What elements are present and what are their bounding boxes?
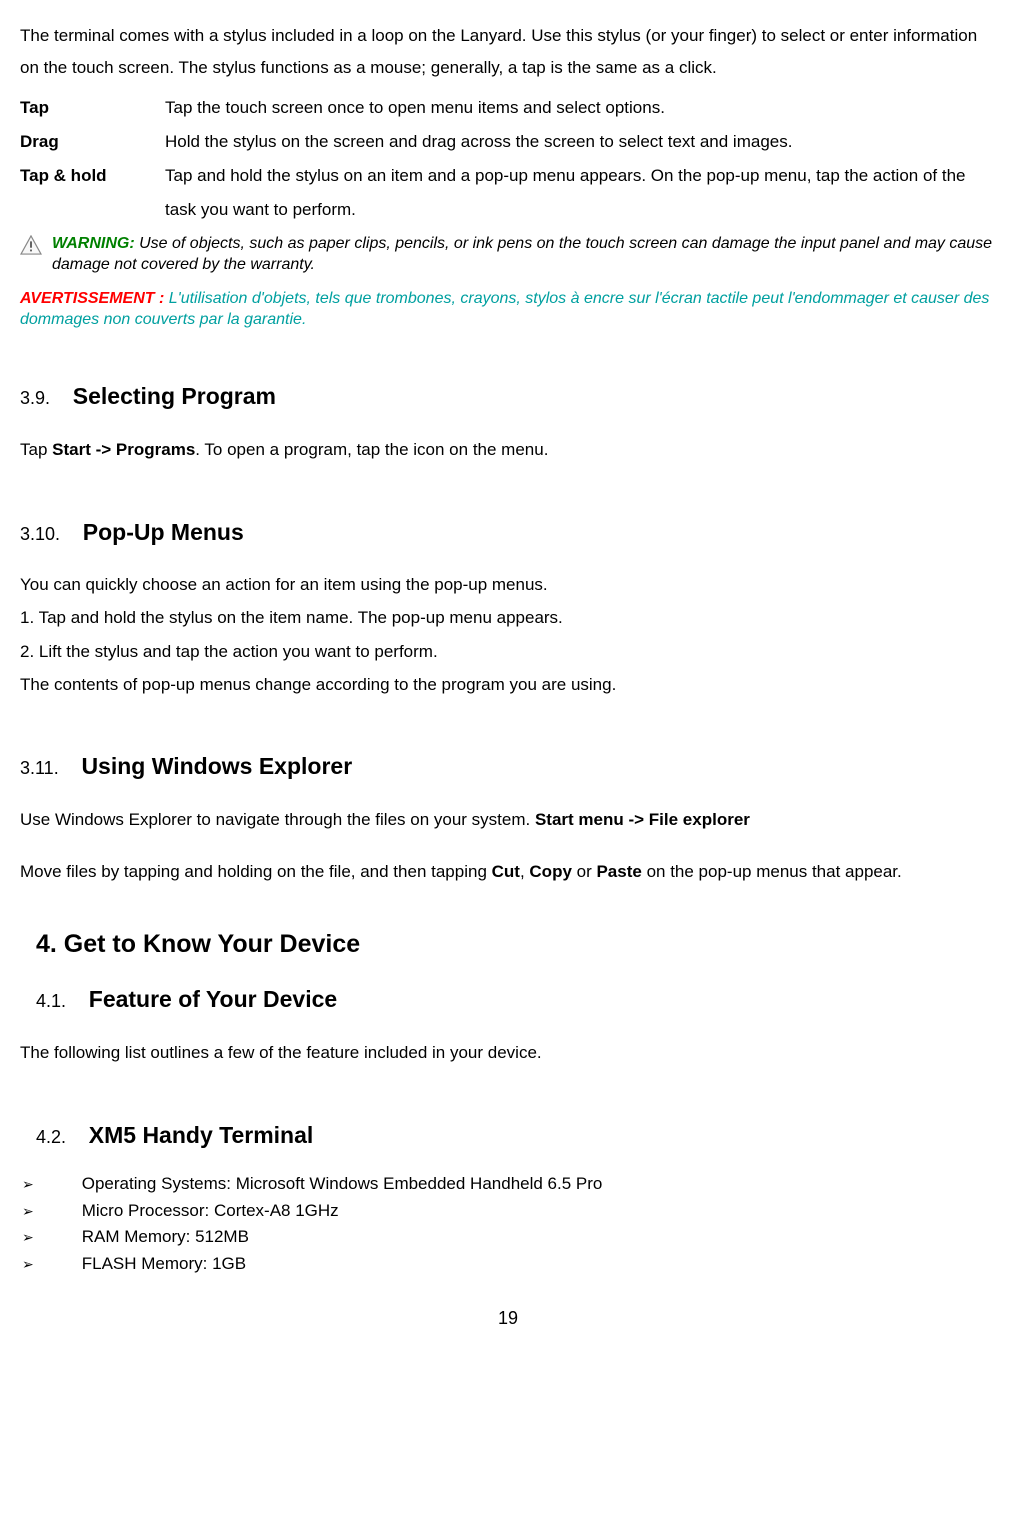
def-desc: Hold the stylus on the screen and drag a… xyxy=(165,125,996,159)
text: Use Windows Explorer to navigate through… xyxy=(20,810,535,829)
line: The contents of pop-up menus change acco… xyxy=(20,668,996,701)
heading-number: 3.10. xyxy=(20,524,60,544)
def-term: Drag xyxy=(20,125,165,159)
intro-paragraph: The terminal comes with a stylus include… xyxy=(20,20,996,85)
def-desc: Tap the touch screen once to open menu i… xyxy=(165,91,996,125)
line: 1. Tap and hold the stylus on the item n… xyxy=(20,601,996,634)
section-4-1-body: The following list outlines a few of the… xyxy=(20,1036,996,1070)
text: Move files by tapping and holding on the… xyxy=(20,862,492,881)
bold-text: Paste xyxy=(596,862,641,881)
text: on the pop-up menus that appear. xyxy=(642,862,902,881)
heading-title: Selecting Program xyxy=(73,383,276,409)
section-3-10-heading: 3.10. Pop-Up Menus xyxy=(20,511,996,555)
warning-icon xyxy=(20,235,42,255)
warning-text: WARNING: Use of objects, such as paper c… xyxy=(52,233,996,276)
def-row-taphold: Tap & hold Tap and hold the stylus on an… xyxy=(20,159,996,227)
warning-body: Use of objects, such as paper clips, pen… xyxy=(52,235,992,274)
text: or xyxy=(572,862,597,881)
list-item: Operating Systems: Microsoft Windows Emb… xyxy=(22,1171,996,1197)
line: You can quickly choose an action for an … xyxy=(20,568,996,601)
line: Use Windows Explorer to navigate through… xyxy=(20,803,996,837)
list-item: Micro Processor: Cortex-A8 1GHz xyxy=(22,1198,996,1224)
line: Move files by tapping and holding on the… xyxy=(20,855,996,889)
def-desc: Tap and hold the stylus on an item and a… xyxy=(165,159,996,227)
heading-title: Pop-Up Menus xyxy=(83,519,244,545)
list-text: Micro Processor: Cortex-A8 1GHz xyxy=(82,1201,339,1220)
section-4-2-heading: 4.2. XM5 Handy Terminal xyxy=(36,1114,996,1158)
bold-text: Cut xyxy=(492,862,520,881)
avertissement-block: AVERTISSEMENT : L'utilisation d'objets, … xyxy=(20,288,996,331)
heading-title: Feature of Your Device xyxy=(89,986,337,1012)
text: Tap xyxy=(20,440,52,459)
section-3-10-body: You can quickly choose an action for an … xyxy=(20,568,996,701)
section-3-11-heading: 3.11. Using Windows Explorer xyxy=(20,745,996,789)
heading-title: XM5 Handy Terminal xyxy=(89,1122,314,1148)
heading-number: 3.11. xyxy=(20,758,59,778)
warning-block: WARNING: Use of objects, such as paper c… xyxy=(20,233,996,276)
avert-body: L'utilisation d'objets, tels que trombon… xyxy=(20,290,989,329)
list-text: RAM Memory: 512MB xyxy=(82,1227,249,1246)
def-row-tap: Tap Tap the touch screen once to open me… xyxy=(20,91,996,125)
list-text: Operating Systems: Microsoft Windows Emb… xyxy=(82,1174,603,1193)
list-text: FLASH Memory: 1GB xyxy=(82,1254,246,1273)
list-item: RAM Memory: 512MB xyxy=(22,1224,996,1250)
section-4-1-heading: 4.1. Feature of Your Device xyxy=(36,978,996,1022)
section-3-9-heading: 3.9. Selecting Program xyxy=(20,375,996,419)
text: , xyxy=(520,862,529,881)
heading-number: 4.1. xyxy=(36,991,66,1011)
spacer xyxy=(20,837,996,855)
section-3-11-body: Use Windows Explorer to navigate through… xyxy=(20,803,996,889)
avert-label: AVERTISSEMENT : xyxy=(20,290,164,307)
text: . To open a program, tap the icon on the… xyxy=(195,440,548,459)
section-3-9-body: Tap Start -> Programs. To open a program… xyxy=(20,433,996,467)
bold-text: Start menu -> File explorer xyxy=(535,810,750,829)
heading-number: 3.9. xyxy=(20,388,50,408)
bold-text: Start -> Programs xyxy=(52,440,195,459)
list-item: FLASH Memory: 1GB xyxy=(22,1251,996,1277)
def-term: Tap xyxy=(20,91,165,125)
bold-text: Copy xyxy=(529,862,572,881)
page-number: 19 xyxy=(20,1301,996,1335)
line: 2. Lift the stylus and tap the action yo… xyxy=(20,635,996,668)
def-row-drag: Drag Hold the stylus on the screen and d… xyxy=(20,125,996,159)
chapter-4-heading: 4. Get to Know Your Device xyxy=(36,921,996,969)
warning-label: WARNING: xyxy=(52,235,135,252)
heading-number: 4.2. xyxy=(36,1127,66,1147)
heading-title: Using Windows Explorer xyxy=(81,753,352,779)
def-term: Tap & hold xyxy=(20,159,165,227)
definitions-table: Tap Tap the touch screen once to open me… xyxy=(20,91,996,227)
feature-list: Operating Systems: Microsoft Windows Emb… xyxy=(22,1171,996,1276)
